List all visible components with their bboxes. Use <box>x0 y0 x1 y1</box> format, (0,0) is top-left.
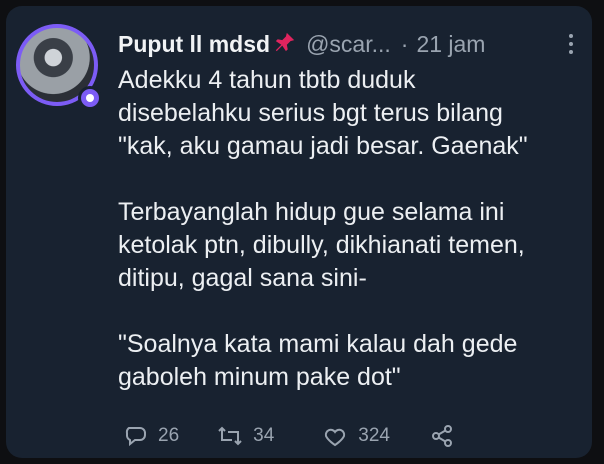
status-badge-icon <box>78 86 102 110</box>
share-button[interactable] <box>430 424 454 448</box>
retweet-button[interactable]: 34 <box>217 424 274 448</box>
pushpin-icon <box>274 31 296 58</box>
reply-button[interactable]: 26 <box>124 424 179 448</box>
tweet-line: "kak, aku gamau jadi besar. Gaenak" <box>118 132 528 160</box>
avatar[interactable] <box>16 24 102 110</box>
retweet-count: 34 <box>253 425 275 446</box>
share-icon <box>430 424 454 448</box>
like-button[interactable]: 324 <box>322 424 390 448</box>
like-count: 324 <box>358 425 390 446</box>
tweet-line: ditipu, gagal sana sini- <box>118 264 367 292</box>
tweet-line: Adekku 4 tahun tbtb duduk <box>118 66 416 94</box>
tweet-line: Terbayanglah hidup gue selama ini <box>118 198 505 226</box>
heart-icon <box>322 424 348 448</box>
author-name[interactable]: Puput ll mdsd <box>118 31 270 58</box>
tweet-text: Adekku 4 tahun tbtb duduk disebelahku se… <box>118 64 588 394</box>
tweet-line: ketolak ptn, dibully, dikhianati temen, <box>118 231 525 259</box>
tweet-line: "Soalnya kata mami kalau dah gede <box>118 330 518 358</box>
retweet-icon <box>217 424 243 448</box>
tweet-header: Puput ll mdsd @scar... · 21 jam <box>118 28 578 60</box>
tweet-paragraph: Terbayanglah hidup gue selama ini ketola… <box>118 196 588 295</box>
tweet-line: disebelahku serius bgt terus bilang <box>118 99 503 127</box>
reply-count: 26 <box>158 425 180 446</box>
tweet-paragraph: Adekku 4 tahun tbtb duduk disebelahku se… <box>118 64 588 163</box>
timestamp[interactable]: 21 jam <box>416 31 485 58</box>
tweet-card[interactable]: Puput ll mdsd @scar... · 21 jam Adekku 4… <box>6 6 592 458</box>
tweet-line: gaboleh minum pake dot" <box>118 363 401 391</box>
more-icon[interactable] <box>564 30 578 58</box>
meta-separator: · <box>400 30 409 57</box>
reply-icon <box>124 424 148 448</box>
author-handle[interactable]: @scar... <box>306 31 391 58</box>
tweet-actions: 26 34 324 <box>124 424 454 448</box>
tweet-paragraph: "Soalnya kata mami kalau dah gede gabole… <box>118 328 588 394</box>
